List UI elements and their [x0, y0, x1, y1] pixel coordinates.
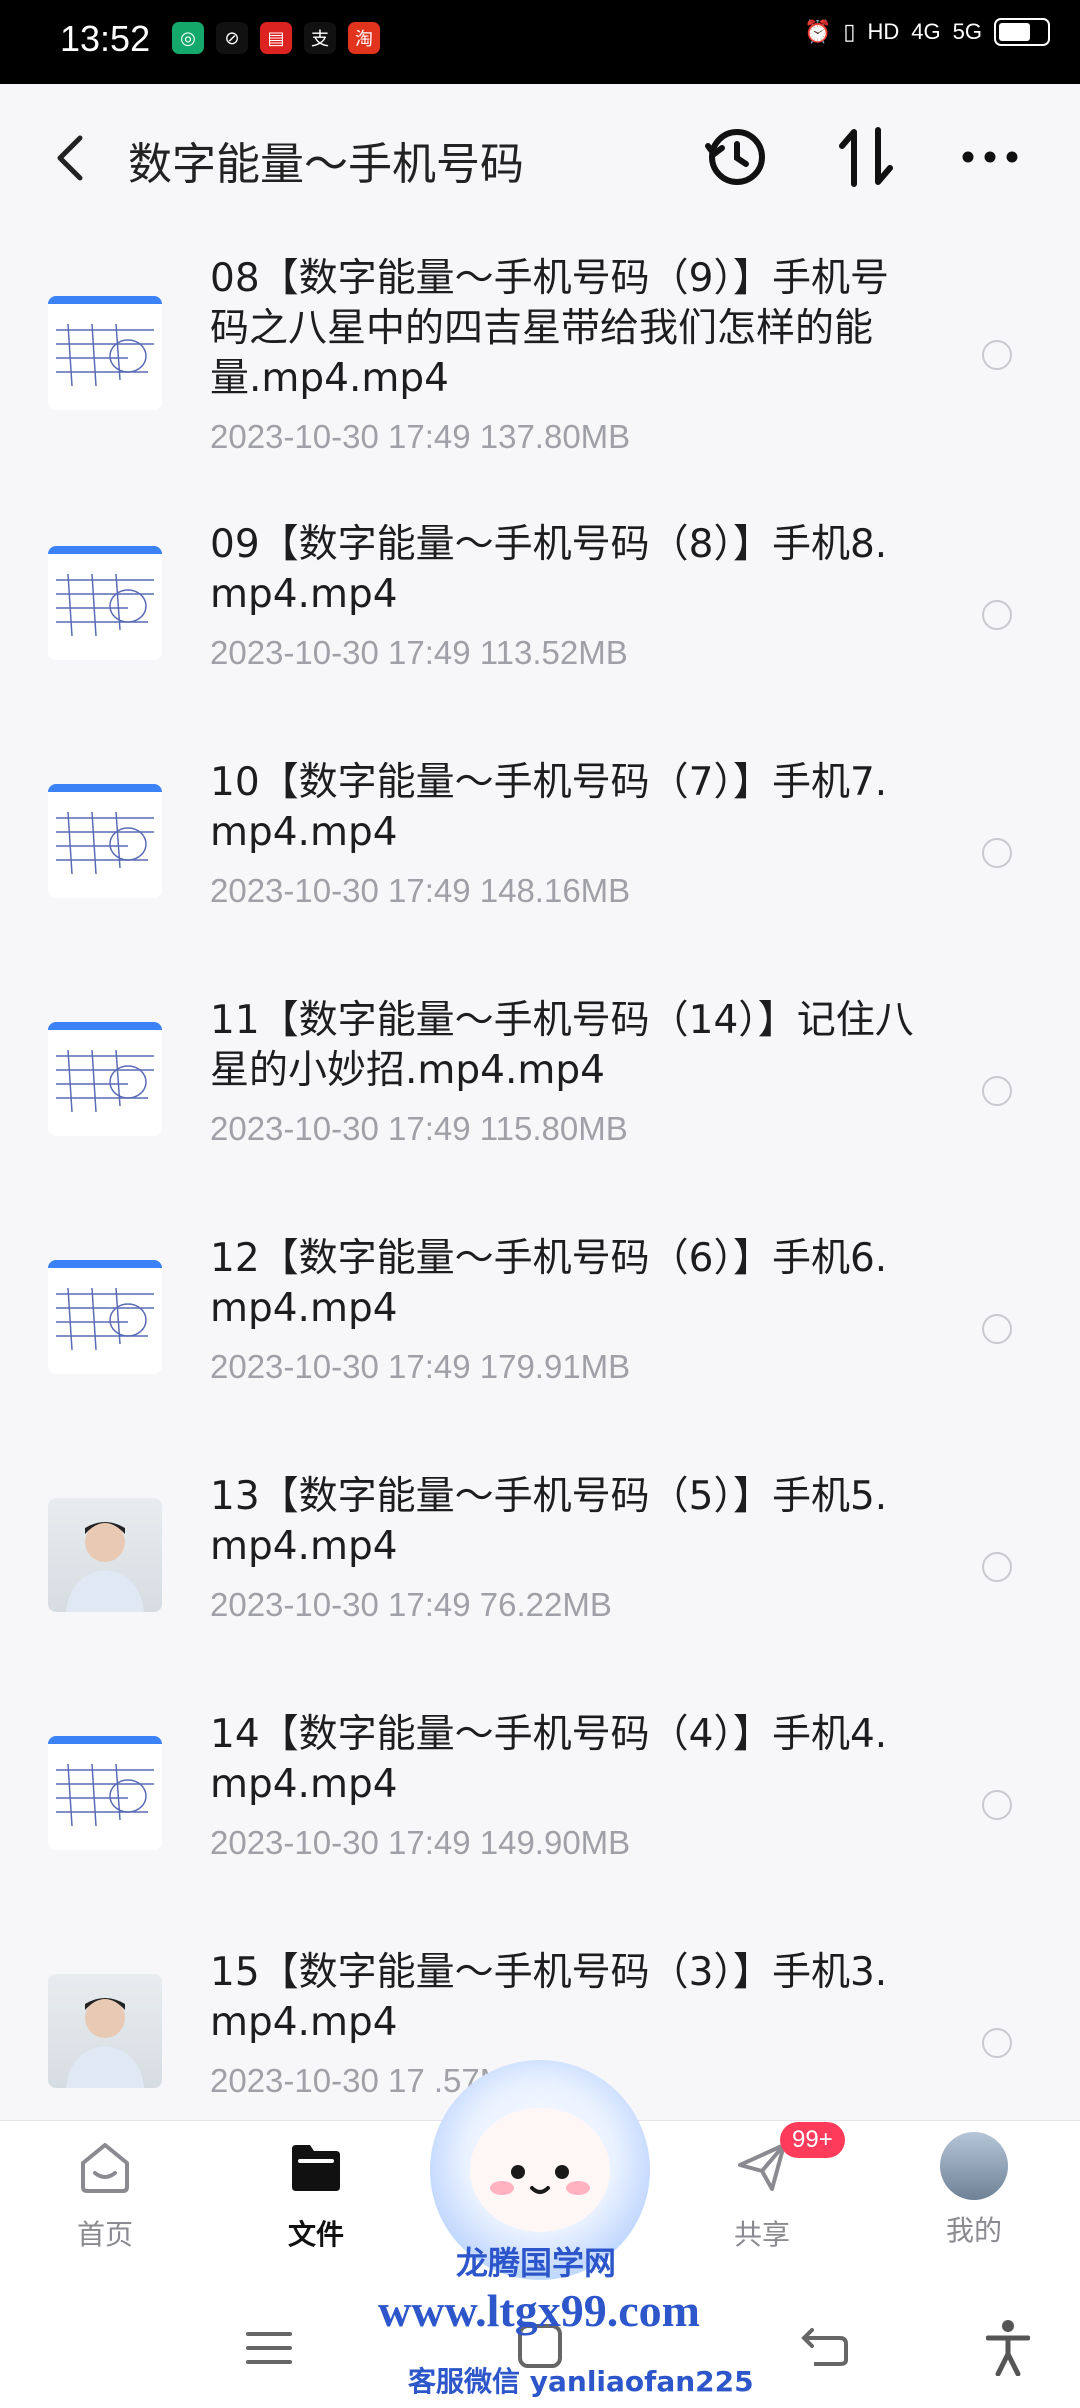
file-size: 179.91MB [479, 1348, 631, 1385]
file-size: 113.52MB [479, 634, 628, 671]
file-date: 2023-10-30 [210, 872, 379, 909]
file-size: 137.80MB [479, 418, 631, 455]
app-notification-icon: ⊘ [216, 22, 248, 54]
menu-icon[interactable] [244, 2328, 294, 2368]
file-meta: 2023-10-30 17:49 76.22MB [210, 1586, 612, 1624]
file-meta: 2023-10-30 17:49 179.91MB [210, 1348, 630, 1386]
page-title: 数字能量～手机号码 [128, 139, 524, 190]
select-radio[interactable] [982, 600, 1012, 630]
video-thumbnail [48, 1974, 162, 2088]
more-icon[interactable] [960, 124, 1020, 190]
file-name: 15【数字能量～手机号码（3）】手机3.mp4.mp4 [210, 1950, 888, 2045]
file-time: 17:49 [387, 418, 471, 455]
file-size: 149.90MB [479, 1824, 631, 1861]
accessibility-icon[interactable] [986, 2318, 1030, 2376]
select-radio[interactable] [982, 1552, 1012, 1582]
battery-icon [994, 18, 1050, 46]
file-name: 13【数字能量～手机号码（5）】手机5.mp4.mp4 [210, 1474, 888, 1569]
select-radio[interactable] [982, 838, 1012, 868]
file-name: 12【数字能量～手机号码（6）】手机6.mp4.mp4 [210, 1236, 888, 1331]
file-meta: 2023-10-30 17:49 137.80MB [210, 418, 630, 456]
file-time: 17 [387, 2062, 425, 2099]
file-name: 14【数字能量～手机号码（4）】手机4.mp4.mp4 [210, 1712, 888, 1807]
tab-home[interactable]: 首页 [25, 2137, 185, 2253]
header: 数字能量～手机号码 [0, 84, 1080, 230]
file-row[interactable]: 13【数字能量～手机号码（5）】手机5.mp4.mp4 2023-10-30 17… [0, 1446, 1080, 1684]
file-time: 17:49 [387, 1824, 471, 1861]
video-thumbnail [48, 784, 162, 898]
select-radio[interactable] [982, 1076, 1012, 1106]
app-notification-icon: ◎ [172, 22, 204, 54]
file-date: 2023-10-30 [210, 1824, 379, 1861]
tab-label: 文件 [287, 2218, 344, 2251]
video-thumbnail [48, 296, 162, 410]
taobao-icon: 淘 [348, 22, 380, 54]
file-name: 10【数字能量～手机号码（7）】手机7.mp4.mp4 [210, 760, 888, 855]
watermark-contact: 客服微信 yanliaofan225 [408, 2365, 754, 2398]
file-row[interactable]: 10【数字能量～手机号码（7）】手机7.mp4.mp4 2023-10-30 17… [0, 732, 1080, 970]
select-radio[interactable] [982, 1314, 1012, 1344]
signal-4g: 4G [911, 19, 941, 44]
sort-icon[interactable] [836, 124, 896, 190]
tab-label: 共享 [733, 2218, 790, 2251]
file-date: 2023-10-30 [210, 634, 379, 671]
video-thumbnail [48, 1022, 162, 1136]
file-date: 2023-10-30 [210, 418, 379, 455]
notification-icons: ◎ ⊘ ▤ 支 淘 [172, 22, 380, 54]
signal-5g: 5G [952, 19, 982, 44]
alipay-icon: 支 [304, 22, 336, 54]
hd-indicator: HD [867, 19, 900, 44]
file-size: 76.22MB [479, 1586, 612, 1623]
video-thumbnail [48, 1736, 162, 1850]
avatar[interactable] [940, 2132, 1008, 2200]
file-date: 2023-10-30 [210, 1348, 379, 1385]
file-name: 11【数字能量～手机号码（14）】记住八星的小妙招.mp4.mp4 [210, 998, 914, 1093]
select-radio[interactable] [982, 1790, 1012, 1820]
history-icon[interactable] [704, 124, 770, 190]
file-time: 17:49 [387, 872, 471, 909]
tab-label: 首页 [76, 2218, 133, 2251]
file-time: 17:49 [387, 1348, 471, 1385]
file-date: 2023-10-30 [210, 2062, 379, 2099]
file-row[interactable]: 12【数字能量～手机号码（6）】手机6.mp4.mp4 2023-10-30 17… [0, 1208, 1080, 1446]
home-icon [81, 2143, 129, 2193]
file-time: 17:49 [387, 1586, 471, 1623]
file-row[interactable]: 11【数字能量～手机号码（14）】记住八星的小妙招.mp4.mp4 2023-10… [0, 970, 1080, 1208]
file-time: 17:49 [387, 634, 471, 671]
app-notification-icon: ▤ [260, 22, 292, 54]
video-thumbnail [48, 546, 162, 660]
select-radio[interactable] [982, 2028, 1012, 2058]
system-indicators: ⏰ ▯ HD 4G 5G [804, 18, 1050, 46]
file-meta: 2023-10-30 17:49 113.52MB [210, 634, 628, 672]
tab-files[interactable]: 文件 [236, 2137, 396, 2253]
tab-label: 我的 [945, 2214, 1002, 2247]
video-thumbnail [48, 1260, 162, 1374]
file-meta: 2023-10-30 17:49 149.90MB [210, 1824, 630, 1862]
back-arrow-icon[interactable] [50, 132, 90, 184]
folder-icon [292, 2145, 340, 2191]
file-row[interactable]: 09【数字能量～手机号码（8）】手机8.mp4.mp4 2023-10-30 17… [0, 494, 1080, 732]
vibrate-icon: ▯ [843, 19, 856, 44]
file-list: 08【数字能量～手机号码（9）】手机号码之八星中的四吉星带给我们怎样的能量.mp… [0, 232, 1080, 2112]
file-row[interactable]: 08【数字能量～手机号码（9）】手机号码之八星中的四吉星带给我们怎样的能量.mp… [0, 232, 1080, 470]
file-size: 148.16MB [479, 872, 631, 909]
file-meta: 2023-10-30 17:49 115.80MB [210, 1110, 628, 1148]
select-radio[interactable] [982, 340, 1012, 370]
file-name: 09【数字能量～手机号码（8）】手机8.mp4.mp4 [210, 522, 888, 617]
alarm-icon: ⏰ [803, 19, 832, 44]
file-time: 17:49 [387, 1110, 471, 1147]
file-size: 115.80MB [479, 1110, 628, 1147]
status-bar: 13:52 ◎ ⊘ ▤ 支 淘 ⏰ ▯ HD 4G 5G [0, 0, 1080, 84]
file-name: 08【数字能量～手机号码（9）】手机号码之八星中的四吉星带给我们怎样的能量.mp… [210, 256, 889, 401]
video-thumbnail [48, 1498, 162, 1612]
watermark-site-name: 龙腾国学网 [456, 2244, 617, 2282]
status-time: 13:52 [60, 18, 151, 59]
file-row[interactable]: 14【数字能量～手机号码（4）】手机4.mp4.mp4 2023-10-30 17… [0, 1684, 1080, 1922]
watermark-url: www.ltgx99.com [378, 2285, 700, 2336]
file-date: 2023-10-30 [210, 1586, 379, 1623]
back-gesture-icon[interactable] [800, 2324, 850, 2370]
file-date: 2023-10-30 [210, 1110, 379, 1147]
share-badge: 99+ [780, 2122, 845, 2158]
file-meta: 2023-10-30 17:49 148.16MB [210, 872, 630, 910]
